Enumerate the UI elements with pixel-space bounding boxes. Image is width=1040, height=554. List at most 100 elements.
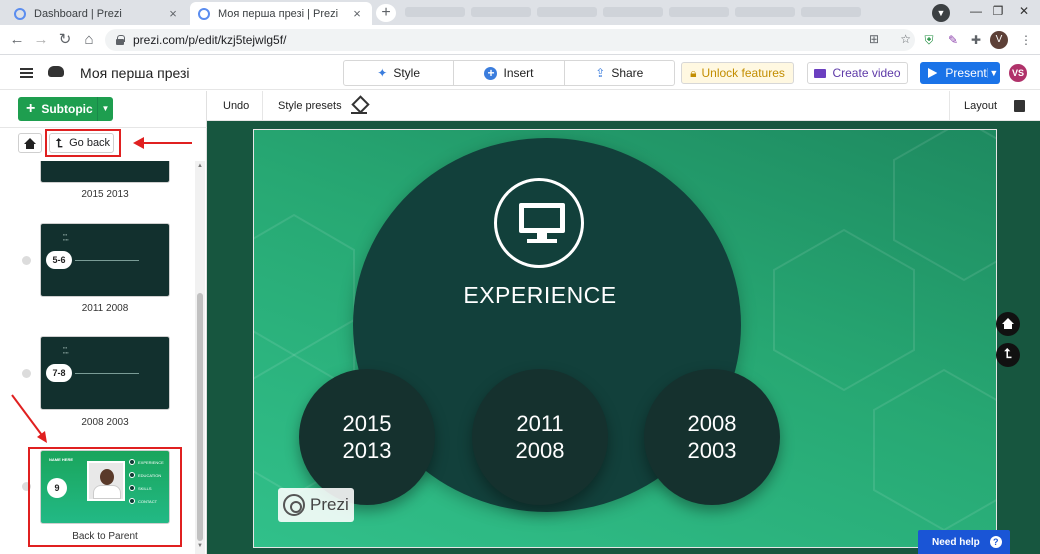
scroll-down-icon[interactable]: ▼: [197, 543, 203, 549]
canvas-stage[interactable]: EXPERIENCE 2015 2013 2011 2008 2008 2003…: [207, 121, 1040, 554]
create-video-label: Create video: [832, 66, 901, 80]
subtopic-year-bottom: 2008: [515, 438, 565, 463]
bookmark-star-icon[interactable]: ☆: [900, 32, 911, 46]
hamburger-menu-icon[interactable]: [20, 68, 33, 78]
play-icon: [928, 68, 938, 78]
restore-button[interactable]: ❐: [984, 0, 1012, 25]
question-icon: ?: [989, 536, 1002, 548]
add-subtopic-button[interactable]: + Subtopic ▼: [18, 97, 113, 121]
tab-prezi-editor[interactable]: Моя перша презі | Prezi ×: [190, 2, 372, 25]
tab-title: Dashboard | Prezi: [34, 7, 122, 20]
topic-label: 2015 2013: [81, 189, 129, 200]
thumbnail-text: ▪▪▪ ▪▪▪▪: [63, 232, 69, 242]
magic-wand-icon: ✦: [377, 66, 388, 80]
share-upload-icon: ⇪: [595, 66, 606, 80]
prezi-logo-text: Prezi: [310, 495, 349, 514]
reload-icon[interactable]: ↻: [56, 31, 74, 49]
subtopic-label: Subtopic: [41, 102, 93, 116]
back-arrow-icon[interactable]: ←: [8, 31, 26, 49]
share-button[interactable]: ⇪ Share: [565, 61, 674, 85]
chevron-down-icon[interactable]: ▼: [97, 97, 113, 121]
forward-arrow-icon[interactable]: →: [32, 31, 50, 49]
address-toolbar: ← → ↻ ⌂ prezi.com/p/edit/kzj5tejwlg5f/ ☆…: [0, 25, 1040, 55]
browser-tab-strip: Dashboard | Prezi × Моя перша презі | Pr…: [0, 0, 1040, 25]
close-icon[interactable]: ×: [350, 6, 364, 21]
close-window-button[interactable]: ✕: [1010, 0, 1038, 25]
scroll-up-icon[interactable]: ▲: [197, 163, 203, 169]
slide-frame[interactable]: EXPERIENCE 2015 2013 2011 2008 2008 2003…: [253, 129, 997, 548]
subtopic-year-bottom: 2003: [687, 438, 737, 463]
style-button[interactable]: ✦ Style: [344, 61, 455, 85]
tab-search-icon[interactable]: ▼: [932, 4, 950, 22]
lock-icon: 🔒︎: [690, 65, 697, 80]
user-avatar[interactable]: VS: [1009, 64, 1027, 82]
create-video-button[interactable]: Create video: [807, 62, 908, 84]
present-label: Present: [945, 66, 987, 80]
monitor-icon: [519, 203, 565, 233]
canvas-toolbar: Undo Style presets Layout: [207, 91, 1040, 121]
layout-button[interactable]: Layout: [964, 100, 997, 112]
subtopic-year-top: 2015: [342, 411, 392, 436]
subtopic-circle[interactable]: 2011 2008: [472, 369, 608, 505]
home-icon: [24, 138, 36, 149]
chevron-down-icon[interactable]: ▼: [986, 68, 1000, 78]
overview-sidebar: + Subtopic ▼ ⮤ Go back 2015 2013 ▪▪▪ ▪▪▪▪…: [0, 91, 207, 554]
canvas-go-back-button[interactable]: ⮤: [996, 343, 1020, 367]
prezi-favicon-icon: [198, 7, 210, 20]
subtopic-circle[interactable]: 2008 2003: [644, 369, 780, 505]
home-button[interactable]: [18, 133, 42, 153]
insert-label: Insert: [503, 66, 534, 80]
layout-panel-icon[interactable]: [1014, 100, 1025, 112]
video-camera-icon: [814, 68, 827, 78]
style-presets-button[interactable]: Style presets: [278, 100, 342, 112]
divider: [0, 127, 207, 128]
topic-thumbnail[interactable]: [40, 161, 170, 183]
undo-button[interactable]: Undo: [223, 100, 249, 112]
annotation-diagonal-arrow: [11, 394, 47, 443]
present-button[interactable]: Present ▼: [920, 62, 1000, 84]
scrollbar-thumb[interactable]: [197, 293, 203, 541]
path-dot: [22, 369, 31, 378]
presentation-title[interactable]: Моя перша презі: [80, 65, 190, 81]
tab-title: Моя перша презі | Prezi: [218, 7, 339, 20]
browser-menu-icon[interactable]: ⋮: [1018, 32, 1034, 48]
browser-profile-avatar[interactable]: V: [990, 31, 1008, 49]
need-help-label: Need help: [932, 536, 980, 548]
path-dot: [22, 256, 31, 265]
need-help-button[interactable]: Need help ?: [918, 530, 1010, 554]
subtopic-year-bottom: 2013: [342, 438, 392, 463]
thumbnail-line: [75, 260, 139, 261]
step-number-badge: 5-6: [46, 251, 72, 269]
url-bar[interactable]: prezi.com/p/edit/kzj5tejwlg5f/ ☆: [105, 29, 915, 51]
divider: [949, 91, 950, 121]
monitor-base: [527, 239, 557, 243]
prezi-header: Моя перша презі ✦ Style + Insert ⇪ Share…: [0, 56, 1040, 90]
plus-icon: +: [26, 100, 36, 117]
home-icon[interactable]: ⌂: [80, 31, 98, 49]
plus-circle-icon: +: [484, 66, 498, 80]
annotation-arrowhead-icon: [133, 137, 144, 149]
translate-icon[interactable]: ⊞: [866, 31, 882, 47]
close-icon[interactable]: ×: [166, 6, 180, 21]
divider: [262, 91, 263, 121]
shield-extension-icon[interactable]: ⛨: [921, 32, 937, 48]
extensions-puzzle-icon[interactable]: ✚: [968, 32, 984, 48]
tab-dashboard[interactable]: Dashboard | Prezi ×: [6, 2, 188, 25]
share-label: Share: [611, 66, 644, 80]
topic-label: 2011 2008: [81, 303, 129, 314]
canvas-home-button[interactable]: [996, 312, 1020, 336]
edit-toolbar: ✦ Style + Insert ⇪ Share: [343, 60, 675, 86]
annotation-highlight-box: [28, 447, 182, 547]
unlock-features-button[interactable]: 🔒︎ Unlock features: [681, 62, 794, 84]
pen-extension-icon[interactable]: ✎: [945, 32, 961, 48]
new-tab-button[interactable]: +: [376, 4, 396, 22]
topic-thumbnail[interactable]: ▪▪▪ ▪▪▪▪ 5-6: [40, 223, 170, 297]
slide-title[interactable]: EXPERIENCE: [440, 282, 640, 309]
thumbnail-text: ▪▪▪ ▪▪▪▪: [63, 345, 69, 355]
subtopic-year-top: 2011: [516, 411, 564, 436]
prezi-logo-icon: [283, 494, 305, 516]
subtopic-circle[interactable]: 2015 2013: [299, 369, 435, 505]
insert-button[interactable]: + Insert: [454, 61, 565, 85]
annotation-arrow-line: [142, 142, 192, 144]
paint-bucket-icon[interactable]: [351, 97, 367, 115]
